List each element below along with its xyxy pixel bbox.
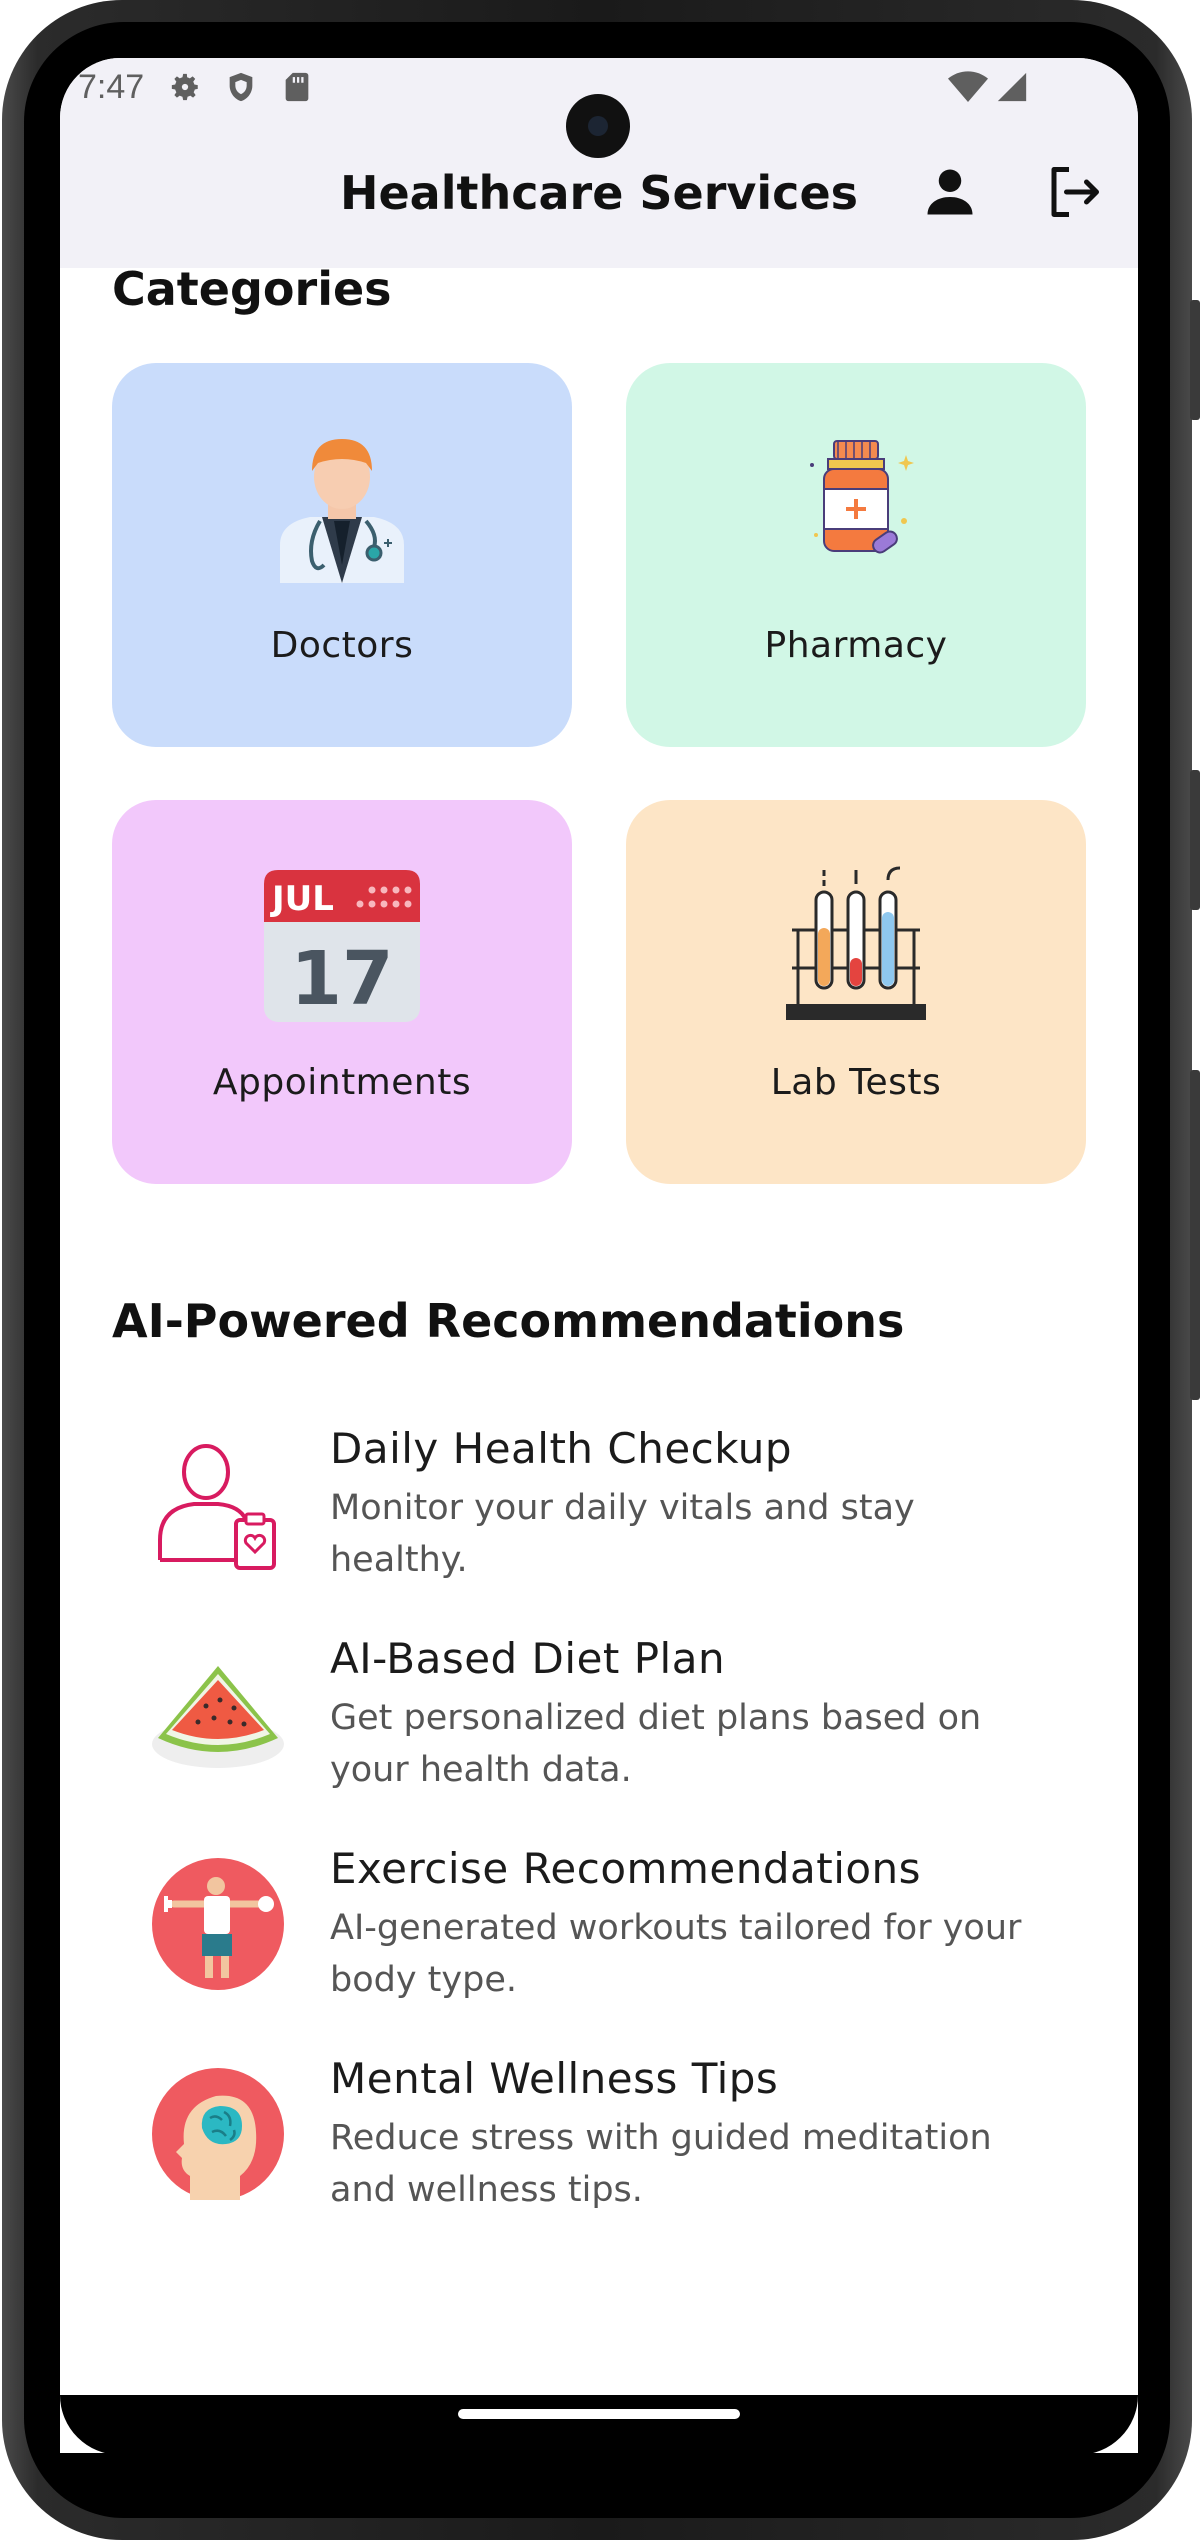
category-label: Lab Tests xyxy=(770,1062,942,1103)
volume-rocker xyxy=(1190,1070,1200,1400)
health-checkup-icon xyxy=(158,1444,276,1570)
recommendation-title: AI-Based Diet Plan xyxy=(330,1634,726,1683)
recommendation-title: Mental Wellness Tips xyxy=(330,2054,779,2103)
recommendation-description: Monitor your daily vitals and stay healt… xyxy=(330,1488,915,1580)
brain-head-icon xyxy=(152,2068,284,2200)
status-time: 7:47 xyxy=(78,68,145,106)
category-card-lab-tests[interactable]: Lab Tests xyxy=(626,800,1086,1184)
test-tubes-icon xyxy=(786,866,926,1020)
recommendation-item-diet-plan[interactable]: AI-Based Diet Plan Get personalized diet… xyxy=(112,1634,1092,1824)
front-camera xyxy=(566,94,630,158)
cellular-signal-icon xyxy=(997,72,1027,102)
recommendation-title: Daily Health Checkup xyxy=(330,1424,793,1473)
medicine-bottle-icon xyxy=(810,440,914,554)
navigation-bar xyxy=(60,2395,1138,2455)
svg-text:17: 17 xyxy=(291,936,394,1022)
recommendation-description: AI-generated workouts tailored for your … xyxy=(330,1908,1022,2000)
recommendation-title: Exercise Recommendations xyxy=(330,1844,922,1893)
volume-up-button xyxy=(1190,300,1200,420)
category-label: Doctors xyxy=(270,625,414,666)
phone-device: 7:47 Healthcare Services Categories Doct… xyxy=(0,0,1200,2541)
exercise-icon xyxy=(152,1858,284,1990)
power-button xyxy=(1190,770,1200,910)
watermelon-icon xyxy=(152,1666,284,1768)
settings-gear-icon xyxy=(171,73,198,101)
profile-icon[interactable] xyxy=(920,162,980,222)
app-bar: 7:47 Healthcare Services xyxy=(60,58,1138,268)
wifi-icon xyxy=(948,71,988,102)
category-label: Pharmacy xyxy=(764,625,948,666)
category-card-appointments[interactable]: JUL 17 Appointments xyxy=(112,800,572,1184)
categories-heading: Categories xyxy=(112,262,392,316)
sd-card-icon xyxy=(285,72,309,102)
recommendation-item-mental-wellness[interactable]: Mental Wellness Tips Reduce stress with … xyxy=(112,2054,1092,2244)
home-indicator[interactable] xyxy=(458,2409,740,2419)
recommendation-item-daily-health-checkup[interactable]: Daily Health Checkup Monitor your daily … xyxy=(112,1424,1092,1614)
calendar-icon: JUL 17 xyxy=(264,870,420,1022)
doctor-icon xyxy=(280,439,404,583)
recommendation-description: Get personalized diet plans based on you… xyxy=(330,1698,982,1790)
recommendation-description: Reduce stress with guided meditation and… xyxy=(330,2118,992,2210)
screen: 7:47 Healthcare Services Categories Doct… xyxy=(60,58,1138,2453)
recommendations-heading: AI-Powered Recommendations xyxy=(112,1294,905,1348)
shield-icon xyxy=(229,72,253,102)
category-card-pharmacy[interactable]: Pharmacy xyxy=(626,363,1086,747)
category-label: Appointments xyxy=(212,1062,472,1103)
logout-icon[interactable] xyxy=(1044,162,1104,222)
category-card-doctors[interactable]: Doctors xyxy=(112,363,572,747)
svg-text:JUL: JUL xyxy=(270,879,334,919)
recommendation-item-exercise[interactable]: Exercise Recommendations AI-generated wo… xyxy=(112,1844,1092,2034)
